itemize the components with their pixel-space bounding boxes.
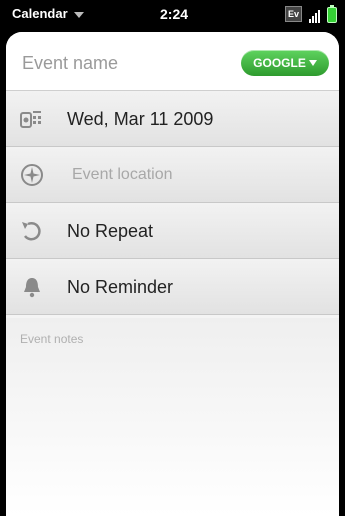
event-name-input[interactable]: [20, 48, 234, 78]
calendar-selector-label: GOOGLE: [253, 56, 306, 70]
event-notes-area[interactable]: Event notes: [6, 318, 339, 516]
calendar-date-icon: [20, 111, 41, 128]
event-repeat-label: No Repeat: [67, 221, 154, 241]
app-menu[interactable]: Calendar: [12, 6, 84, 21]
event-edit-card: GOOGLE Wed, Mar 11 2009 Event l: [6, 32, 339, 516]
dropdown-arrow-icon: [308, 60, 317, 66]
app-name: Calendar: [12, 6, 68, 21]
clock: 2:24: [160, 6, 189, 22]
status-bar: Calendar 2:24 Ev: [0, 0, 345, 28]
event-date-label: Wed, Mar 11 2009: [67, 109, 214, 129]
network-ev-icon: Ev: [284, 6, 302, 22]
event-reminder-label: No Reminder: [67, 277, 174, 297]
event-date-row[interactable]: Wed, Mar 11 2009: [6, 91, 339, 147]
location-compass-icon: [21, 164, 43, 186]
status-indicators[interactable]: Ev: [284, 5, 337, 23]
calendar-selector-button[interactable]: GOOGLE: [241, 50, 329, 76]
event-reminder-row[interactable]: No Reminder: [6, 259, 339, 315]
event-title-row: GOOGLE: [6, 32, 339, 91]
event-notes-placeholder: Event notes: [20, 332, 84, 346]
event-location-input[interactable]: Event location: [72, 166, 173, 184]
battery-icon: [327, 5, 337, 23]
repeat-icon: [22, 222, 41, 241]
reminder-bell-icon: [24, 278, 40, 298]
event-repeat-row[interactable]: No Repeat: [6, 203, 339, 259]
chevron-down-icon: [73, 11, 84, 18]
event-location-row[interactable]: Event location: [6, 147, 339, 203]
signal-icon: [309, 8, 320, 23]
screen: Calendar 2:24 Ev GOOGLE: [0, 0, 345, 516]
